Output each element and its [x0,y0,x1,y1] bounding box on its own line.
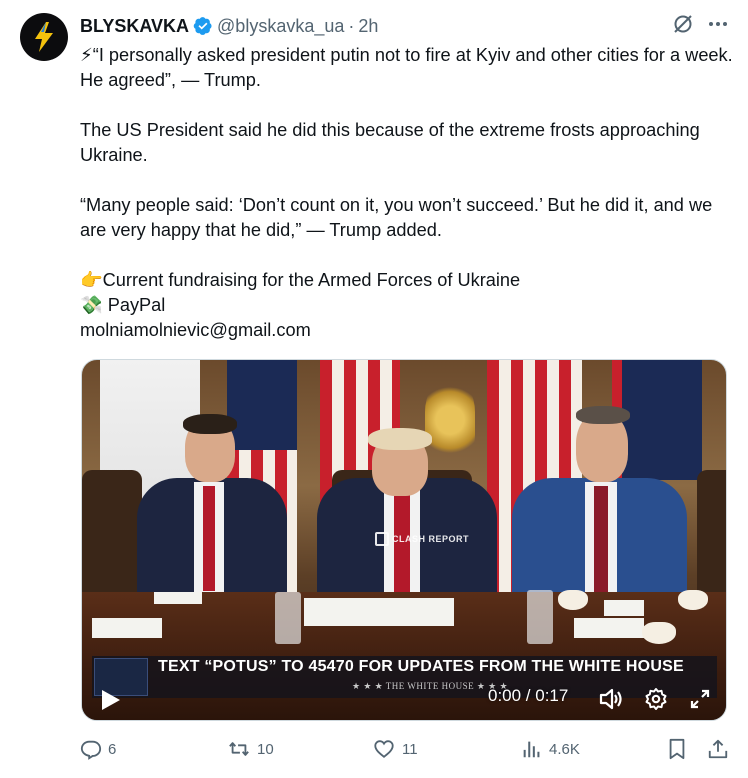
like-count: 11 [402,740,418,758]
share-button[interactable] [707,738,729,760]
views-button[interactable]: 4.6K [521,738,580,760]
bookmark-button[interactable] [667,738,687,760]
paypal-line: 💸 PayPal [80,295,166,315]
tweet-paragraph-context: The US President said he did this becaus… [80,120,700,165]
tweet-actions: 6 10 11 4.6K [80,738,736,764]
grok-icon[interactable] [672,13,694,35]
separator-dot: · [348,15,355,36]
share-icon [708,739,728,759]
tweet-header: BLYSKAVKA @blyskavka_ua · 2h [80,14,728,38]
person-center-hair [368,428,432,450]
tweet-paragraph-quote: ⚡“I personally asked president putin not… [80,45,733,90]
gold-ornament [425,380,475,460]
tweet-paragraph-quote-2: “Many people said: ‘Don’t count on it, y… [80,195,713,240]
person-left-hair [183,414,237,434]
more-icon[interactable] [708,14,728,34]
person-right-hair [576,406,630,424]
views-icon [523,741,540,758]
coffee-cup [678,590,708,610]
like-button[interactable]: 11 [372,738,418,760]
reply-icon [80,740,102,760]
lightning-logo-icon [35,22,53,52]
repost-button[interactable]: 10 [227,738,274,760]
time-display: 0:00 / 0:17 [488,686,569,705]
name-card [92,618,162,638]
video-controls: 0:00 / 0:17 [82,676,726,720]
flag-right-navy [622,360,702,480]
reply-button[interactable]: 6 [80,738,116,760]
papers [154,592,202,604]
video-player[interactable]: CLASH REPORT TEXT “POTUS” TO 45470 FOR U… [81,359,727,721]
watermark: CLASH REPORT [375,532,469,546]
timestamp[interactable]: 2h [358,16,378,37]
views-count: 4.6K [549,740,580,758]
fundraising-line: 👉Current fundraising for the Armed Force… [80,270,521,290]
person-right-tie [594,486,608,592]
chair [697,470,726,600]
reply-count: 6 [108,740,117,758]
volume-icon[interactable] [598,687,624,711]
flag-left-navy [227,360,297,450]
papers-right [604,600,644,616]
settings-icon[interactable] [644,687,668,711]
repost-count: 10 [257,740,274,758]
tweet-text: ⚡“I personally asked president putin not… [80,43,736,343]
avatar[interactable] [20,13,68,61]
open-binder [304,598,454,626]
like-icon [374,740,394,758]
person-left-tie [203,486,215,591]
fullscreen-icon[interactable] [688,687,712,711]
handle[interactable]: @blyskavka_ua [217,16,344,37]
repost-icon [229,742,249,756]
verified-badge-icon[interactable] [193,16,213,36]
banner-text: TEXT “POTUS” TO 45470 FOR UPDATES FROM T… [158,658,684,675]
display-name[interactable]: BLYSKAVKA [80,16,189,37]
chair [82,470,142,600]
coffee-cup [642,622,676,644]
email-line: molniamolnievic@gmail.com [80,320,311,340]
coffee-cup [558,590,588,610]
play-icon[interactable] [100,688,122,712]
name-card-right [574,618,644,638]
water-glass [527,590,553,644]
bookmark-icon [669,738,685,760]
water-glass [275,592,301,644]
